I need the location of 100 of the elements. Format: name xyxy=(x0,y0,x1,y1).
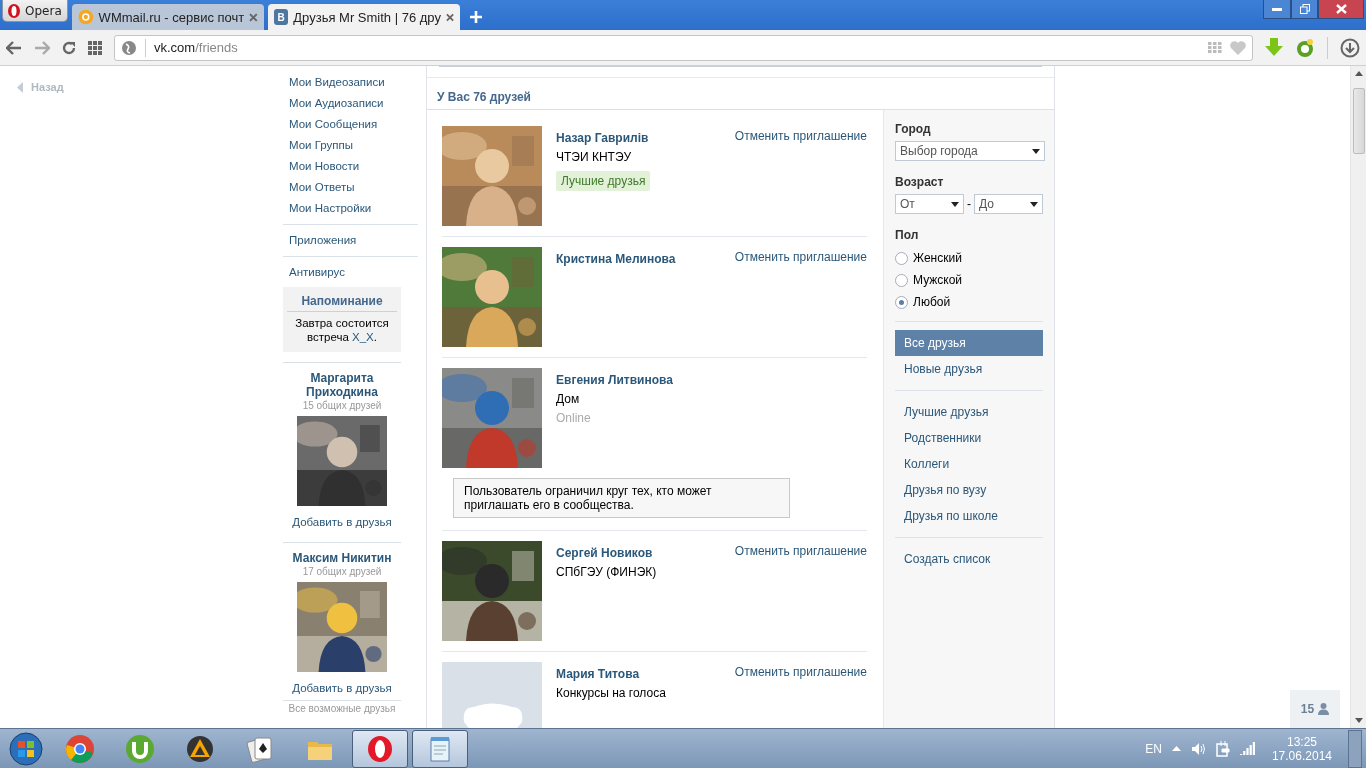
friend-list-item[interactable]: Друзья по школе xyxy=(895,503,1043,529)
reminder-title: Напоминание xyxy=(287,294,397,312)
power-plug-icon[interactable] xyxy=(1215,740,1230,757)
menu-link[interactable]: Приложения xyxy=(283,230,418,251)
online-friends-badge[interactable]: 15 xyxy=(1290,690,1340,728)
radio-button[interactable] xyxy=(895,251,908,265)
friend-name[interactable]: Назар Гаврилів xyxy=(556,131,649,145)
player-app-icon xyxy=(185,733,215,764)
opera-menu-button[interactable]: Opera xyxy=(2,0,68,22)
menu-link[interactable]: Мои Ответы xyxy=(283,177,418,198)
mail-favicon-icon xyxy=(78,9,94,25)
add-friend-link[interactable]: Добавить в друзья xyxy=(292,516,392,528)
age-from-select[interactable]: От xyxy=(895,194,964,214)
new-tab-plus-icon[interactable] xyxy=(470,11,482,23)
create-list-link[interactable]: Создать список xyxy=(895,546,1043,572)
tray-expand-icon[interactable] xyxy=(1171,746,1181,751)
url-path: /friends xyxy=(195,40,238,55)
range-dash: - xyxy=(967,197,971,211)
signal-bars-icon[interactable] xyxy=(1239,742,1256,755)
show-desktop-button[interactable] xyxy=(1348,729,1362,768)
close-icon xyxy=(1335,4,1347,14)
online-status: Online xyxy=(556,411,591,425)
filter-label: Возраст xyxy=(895,175,945,189)
friend-info: СПбГЭУ (ФИНЭК) xyxy=(556,565,657,579)
menu-link[interactable]: Мои Аудиозаписи xyxy=(283,93,418,114)
opera-app-icon xyxy=(365,733,395,764)
opera-logo-icon xyxy=(7,2,21,19)
scroll-up-icon[interactable] xyxy=(1354,71,1363,76)
forward-arrow-icon[interactable] xyxy=(34,40,50,55)
browser-tab[interactable]: В Друзья Mr Smith | 76 дру xyxy=(268,4,460,30)
add-friend-link[interactable]: Добавить в друзья xyxy=(292,682,392,694)
reminder-text: Завтра состоится встреча X_X. xyxy=(294,316,390,344)
friend-list-item[interactable]: Новые друзья xyxy=(895,356,1043,382)
mutual-friends: 17 общих друзей xyxy=(302,566,382,577)
reminder-link[interactable]: X_X xyxy=(352,331,374,343)
friend-name[interactable]: Мария Титова xyxy=(556,667,640,681)
friend-list-item[interactable]: Все друзья xyxy=(895,330,1043,356)
restore-button[interactable] xyxy=(1291,0,1318,19)
close-icon[interactable] xyxy=(445,12,454,22)
friend-info: Конкурсы на голоса xyxy=(556,686,666,700)
taskbar-app-button[interactable] xyxy=(412,729,468,768)
close-icon[interactable] xyxy=(249,12,258,22)
reload-icon[interactable] xyxy=(62,40,76,55)
cancel-invite-link[interactable]: Отменить приглашение xyxy=(734,541,867,641)
download-arrow-icon[interactable] xyxy=(1265,37,1283,58)
browser-app-icon xyxy=(65,733,95,764)
downloads-icon[interactable] xyxy=(1340,37,1360,58)
back-caret-icon xyxy=(17,81,23,93)
taskbar-app-button[interactable] xyxy=(352,729,408,768)
friend-name[interactable]: Сергей Новиков xyxy=(556,546,653,560)
menu-link[interactable]: Антивирус xyxy=(283,262,418,283)
mutual-friends: 15 общих друзей xyxy=(302,400,382,411)
close-window-button[interactable] xyxy=(1318,0,1364,19)
menu-link[interactable]: Мои Настройки xyxy=(283,198,418,219)
filter-label: Город xyxy=(895,122,932,136)
minimize-button[interactable] xyxy=(1263,0,1291,19)
menu-link[interactable]: Мои Видеозаписи xyxy=(283,72,418,93)
filter-label: Пол xyxy=(895,228,920,242)
radio-label: Любой xyxy=(913,295,951,309)
friend-list-tag: Лучшие друзья xyxy=(556,171,651,191)
suggestion-name[interactable]: Максим Никитин xyxy=(292,551,392,565)
friend-list-item[interactable]: Коллеги xyxy=(895,451,1043,477)
friend-info: Дом xyxy=(556,392,580,406)
radio-button[interactable] xyxy=(895,273,908,287)
radio-button[interactable] xyxy=(895,295,908,309)
cancel-invite-link[interactable]: Отменить приглашение xyxy=(734,662,867,728)
cancel-invite-link[interactable]: Отменить приглашение xyxy=(734,126,867,226)
url-host: vk.com xyxy=(154,40,196,55)
friend-info: ЧТЭИ КНТЭУ xyxy=(556,150,632,164)
friend-list-item[interactable]: Друзья по вузу xyxy=(895,477,1043,503)
dropdown-caret-icon xyxy=(951,201,959,207)
globe-icon xyxy=(121,39,137,56)
city-select[interactable]: Выбор города xyxy=(895,141,1045,161)
scrollbar[interactable] xyxy=(1350,66,1366,728)
friend-name[interactable]: Евгения Литвинова xyxy=(556,373,673,387)
friend-list-item[interactable]: Лучшие друзья xyxy=(895,399,1043,425)
cancel-invite-link[interactable]: Отменить приглашение xyxy=(734,247,867,347)
scroll-thumb[interactable] xyxy=(1352,88,1365,154)
browser-tab[interactable]: WMmail.ru - сервис почт xyxy=(72,4,264,30)
start-orb-icon xyxy=(9,731,43,766)
age-to-select[interactable]: До xyxy=(974,194,1043,214)
torrent-app-icon xyxy=(125,733,155,764)
menu-link[interactable]: Мои Сообщения xyxy=(283,114,418,135)
grid-icon[interactable] xyxy=(88,40,102,55)
scroll-down-icon[interactable] xyxy=(1354,718,1363,723)
back-arrow-icon[interactable] xyxy=(6,40,22,55)
extension-icon[interactable] xyxy=(1295,37,1315,58)
tab-title: Друзья Mr Smith | 76 дру xyxy=(293,9,441,25)
menu-link[interactable]: Мои Новости xyxy=(283,156,418,177)
person-icon xyxy=(1318,703,1330,715)
minimize-icon xyxy=(1272,7,1282,11)
friend-list-item[interactable]: Родственники xyxy=(895,425,1043,451)
notice-message: Пользователь ограничил круг тех, кто может приглашать его в сообщества. xyxy=(453,478,790,518)
restore-icon xyxy=(1299,4,1310,14)
radio-label: Мужской xyxy=(913,273,963,287)
suggestion-name[interactable]: Маргарита Приходкина xyxy=(283,371,401,399)
volume-icon[interactable] xyxy=(1190,741,1206,756)
dropdown-caret-icon xyxy=(1032,148,1040,154)
friend-name[interactable]: Кристина Мелинова xyxy=(556,252,676,266)
menu-link[interactable]: Мои Группы xyxy=(283,135,418,156)
